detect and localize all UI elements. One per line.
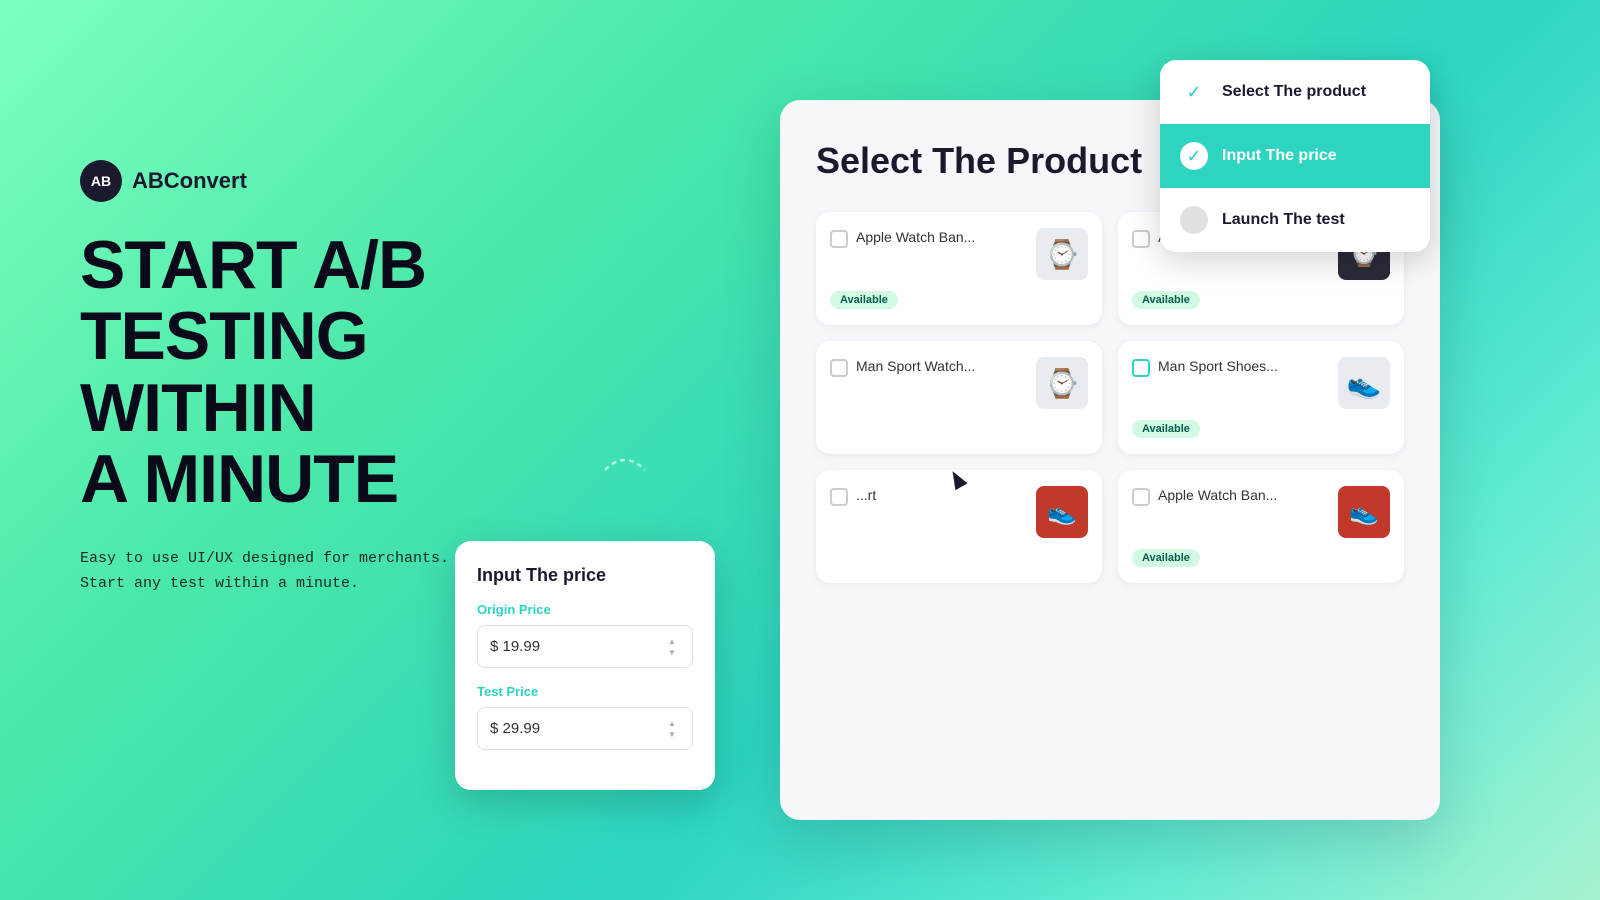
price-card-title: Input The price	[477, 565, 693, 586]
stepper-step-2: ✓ Input The price	[1160, 124, 1430, 188]
product-card-6[interactable]: Apple Watch Ban... 👟 Available	[1118, 470, 1404, 583]
product-card-5[interactable]: ...rt 👟	[816, 470, 1102, 583]
origin-up-arrow[interactable]: ▲	[664, 636, 680, 646]
product-name-1: Apple Watch Ban...	[856, 228, 1028, 248]
product-name-5: ...rt	[856, 486, 1028, 506]
available-badge-4: Available	[1132, 420, 1200, 438]
product-name-4: Man Sport Shoes...	[1158, 357, 1330, 377]
product-name-3: Man Sport Watch...	[856, 357, 1028, 377]
available-badge-1: Available	[830, 291, 898, 309]
decorative-dashes	[595, 440, 655, 500]
headline: START A/B TESTING WITHIN A MINUTE	[80, 230, 530, 516]
product-checkbox-4[interactable]	[1132, 359, 1150, 377]
step-3-icon	[1180, 206, 1208, 234]
stepper-panel: ✓ Select The product ✓ Input The price L…	[1160, 60, 1430, 252]
left-panel: AB ABConvert START A/B TESTING WITHIN A …	[80, 160, 530, 597]
available-badge-6: Available	[1132, 549, 1200, 567]
origin-price-arrows[interactable]: ▲ ▼	[664, 636, 680, 657]
product-image-4: 👟	[1338, 357, 1390, 409]
step-2-icon: ✓	[1180, 142, 1208, 170]
product-image-3: ⌚	[1036, 357, 1088, 409]
test-price-label: Test Price	[477, 684, 693, 699]
products-grid: Apple Watch Ban... ⌚ Available Apple Wat…	[816, 212, 1404, 583]
product-image-6: 👟	[1338, 486, 1390, 538]
test-up-arrow[interactable]: ▲	[664, 718, 680, 728]
test-price-arrows[interactable]: ▲ ▼	[664, 718, 680, 739]
product-image-5: 👟	[1036, 486, 1088, 538]
step-3-label: Launch The test	[1222, 211, 1345, 229]
test-down-arrow[interactable]: ▼	[664, 729, 680, 739]
logo-icon: AB	[80, 160, 122, 202]
available-badge-2: Available	[1132, 291, 1200, 309]
test-price-value: $ 29.99	[490, 720, 664, 737]
product-image-1: ⌚	[1036, 228, 1088, 280]
test-price-input[interactable]: $ 29.99 ▲ ▼	[477, 707, 693, 750]
origin-price-label: Origin Price	[477, 602, 693, 617]
product-card-4[interactable]: Man Sport Shoes... 👟 Available	[1118, 341, 1404, 454]
product-checkbox-3[interactable]	[830, 359, 848, 377]
step-1-icon: ✓	[1180, 78, 1208, 106]
stepper-step-3: Launch The test	[1160, 188, 1430, 252]
product-checkbox-6[interactable]	[1132, 488, 1150, 506]
stepper-step-1: ✓ Select The product	[1160, 60, 1430, 124]
origin-price-input[interactable]: $ 19.99 ▲ ▼	[477, 625, 693, 668]
product-card-1[interactable]: Apple Watch Ban... ⌚ Available	[816, 212, 1102, 325]
product-card-3[interactable]: Man Sport Watch... ⌚	[816, 341, 1102, 454]
step-2-label: Input The price	[1222, 147, 1337, 165]
product-checkbox-2[interactable]	[1132, 230, 1150, 248]
product-name-6: Apple Watch Ban...	[1158, 486, 1330, 506]
origin-price-value: $ 19.99	[490, 638, 664, 655]
step-1-label: Select The product	[1222, 83, 1366, 101]
logo-row: AB ABConvert	[80, 160, 530, 202]
product-checkbox-5[interactable]	[830, 488, 848, 506]
brand-name: ABConvert	[132, 168, 247, 194]
product-checkbox-1[interactable]	[830, 230, 848, 248]
origin-down-arrow[interactable]: ▼	[664, 647, 680, 657]
price-input-card: Input The price Origin Price $ 19.99 ▲ ▼…	[455, 541, 715, 790]
